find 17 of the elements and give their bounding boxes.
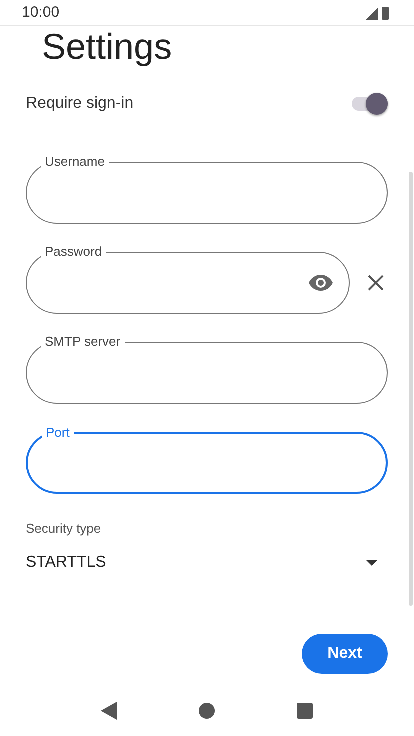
close-icon[interactable]: [368, 274, 384, 290]
field-label: SMTP server: [41, 334, 125, 349]
security-type-label: Security type: [26, 521, 102, 536]
home-icon[interactable]: [199, 703, 215, 719]
dropdown-arrow-icon: [366, 560, 378, 566]
signal-battery-icon: [366, 6, 392, 20]
field-label: Username: [41, 154, 109, 169]
field-label: Port: [42, 425, 74, 440]
back-icon[interactable]: [101, 702, 117, 720]
require-sign-in-label: Require sign-in: [26, 95, 134, 113]
field-label: Password: [41, 244, 106, 259]
page-title: Settings: [42, 26, 172, 68]
security-type-dropdown[interactable]: STARTTLS: [26, 554, 388, 572]
status-time: 10:00: [22, 4, 60, 21]
toggle-switch[interactable]: [352, 92, 388, 116]
eye-icon[interactable]: [309, 275, 333, 291]
next-button[interactable]: Next: [302, 634, 388, 674]
